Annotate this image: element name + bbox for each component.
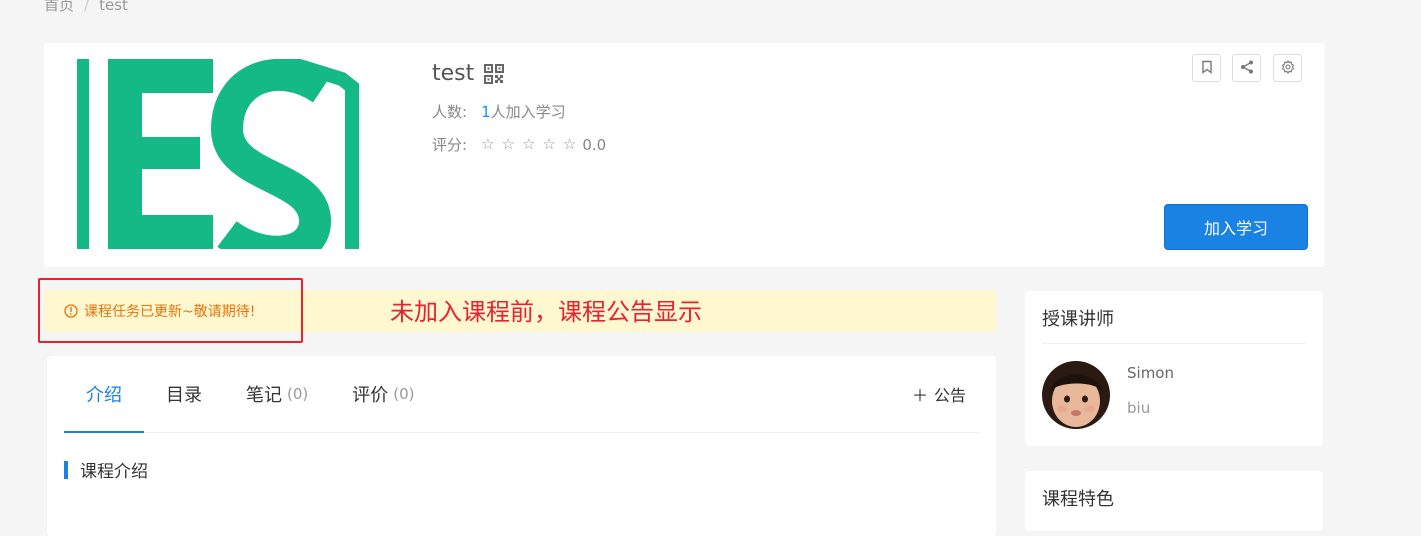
section-accent-bar — [64, 460, 68, 479]
star-icon: ☆ — [542, 135, 556, 153]
star-icon: ☆ — [481, 135, 495, 153]
teacher-subtitle: biu — [1127, 399, 1151, 417]
breadcrumb: 首页 / test — [44, 0, 128, 15]
course-tabs-card: 介绍 目录 笔记 (0) 评价 (0) ＋ 公告 课程介绍 — [47, 356, 996, 536]
course-title: test — [432, 61, 475, 86]
tab-label: 评价 — [352, 385, 389, 406]
course-title-row: test — [432, 61, 505, 86]
star-icon: ☆ — [521, 135, 536, 153]
rating-label: 评分: — [432, 136, 468, 154]
info-icon — [64, 304, 78, 318]
plus-icon: ＋ — [911, 386, 928, 405]
tab-catalog[interactable]: 目录 — [144, 356, 224, 432]
section-title: 课程介绍 — [80, 462, 148, 482]
tab-notes[interactable]: 笔记 (0) — [224, 356, 330, 432]
students-count: 1 — [481, 102, 491, 121]
star-icon: ☆ — [562, 135, 577, 153]
teacher-card-title: 授课讲师 — [1042, 309, 1114, 330]
star-icon: ☆ — [501, 135, 515, 153]
tab-intro[interactable]: 介绍 — [64, 356, 144, 433]
rating-row: 评分: ☆ ☆ ☆ ☆ ☆ 0.0 — [432, 134, 606, 155]
rating-score: 0.0 — [582, 135, 607, 154]
tab-count: (0) — [393, 385, 415, 403]
breadcrumb-home[interactable]: 首页 — [44, 0, 74, 15]
add-notice-label: 公告 — [933, 386, 966, 405]
tab-bar: 介绍 目录 笔记 (0) 评价 (0) — [64, 356, 979, 433]
share-icon — [1240, 59, 1254, 78]
join-course-button[interactable]: 加入学习 — [1164, 204, 1308, 250]
tab-reviews[interactable]: 评价 (0) — [330, 356, 436, 432]
add-notice-button[interactable]: ＋ 公告 — [912, 382, 966, 406]
settings-button[interactable] — [1273, 54, 1302, 82]
teacher-name[interactable]: Simon — [1127, 364, 1174, 382]
teacher-card: 授课讲师 Simon biu — [1025, 291, 1323, 446]
tab-label: 笔记 — [246, 385, 282, 406]
gear-icon — [1281, 59, 1295, 78]
features-card-title: 课程特色 — [1042, 489, 1114, 510]
qrcode-icon[interactable] — [484, 63, 505, 84]
notice-text-row: 课程任务已更新~敬请期待! — [64, 301, 255, 321]
divider — [1042, 343, 1306, 344]
bookmark-icon — [1200, 59, 1214, 78]
notice-message: 课程任务已更新~敬请期待! — [84, 304, 256, 320]
breadcrumb-current: test — [99, 0, 128, 14]
annotation-label: 未加入课程前，课程公告显示 — [390, 298, 702, 326]
breadcrumb-separator: / — [84, 0, 90, 14]
avatar[interactable] — [1042, 361, 1110, 429]
tab-label: 介绍 — [86, 385, 122, 406]
course-header-card: test 人数: 1 人加入学习 评分: ☆ ☆ ☆ ☆ ☆ 0.0 加入学习 — [44, 43, 1325, 267]
rating-stars: ☆ ☆ ☆ ☆ ☆ — [481, 137, 576, 152]
share-button[interactable] — [1232, 54, 1261, 82]
tab-label: 目录 — [166, 385, 202, 406]
tab-count: (0) — [287, 385, 309, 403]
students-label: 人数: — [432, 103, 468, 121]
students-suffix: 人加入学习 — [490, 103, 566, 121]
bookmark-button[interactable] — [1192, 54, 1221, 82]
course-cover-logo — [77, 59, 361, 249]
students-row: 人数: 1 人加入学习 — [432, 101, 566, 122]
features-card: 课程特色 — [1025, 471, 1323, 531]
intro-section-header: 课程介绍 — [64, 457, 148, 482]
